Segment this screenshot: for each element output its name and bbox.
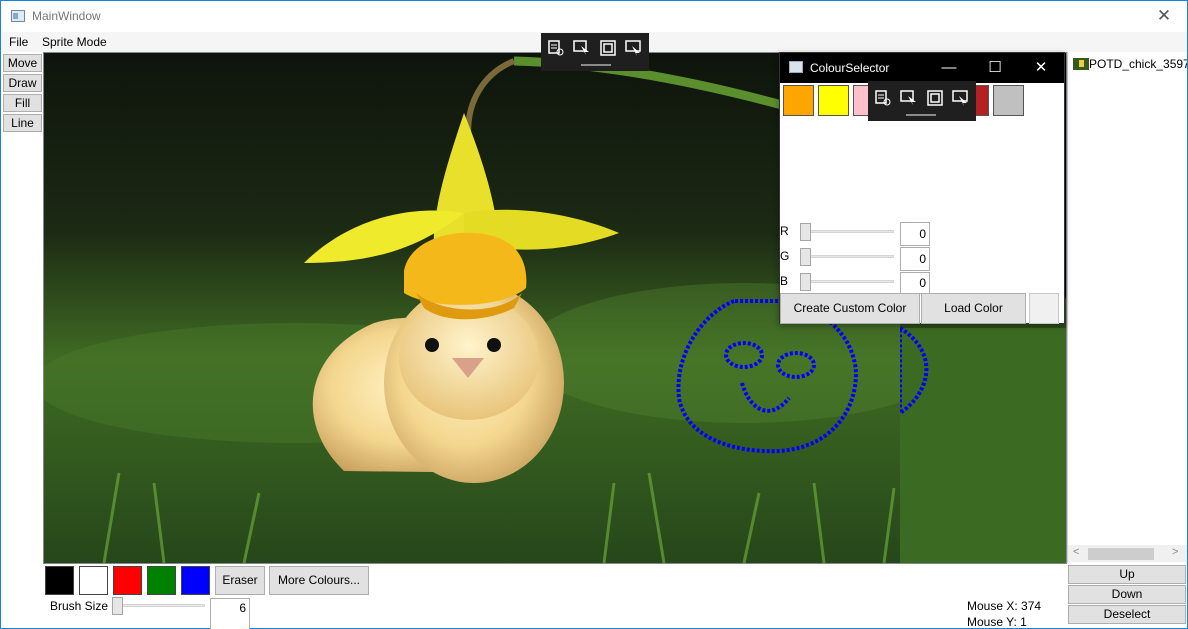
- brush-size-value[interactable]: 6: [210, 598, 250, 629]
- live-visual-tree-icon[interactable]: [874, 90, 892, 106]
- colour-selector-title: ColourSelector: [810, 61, 890, 75]
- menu-file[interactable]: File: [9, 35, 28, 49]
- colour-selector-window: ColourSelector — ☐ ✕ R 0 G 0 B 0 Create …: [779, 52, 1065, 324]
- sprite-list-panel: POTD_chick_3597497k < >: [1067, 52, 1187, 563]
- close-icon[interactable]: ✕: [1018, 53, 1064, 83]
- debug-overlay-toolbar: [868, 81, 976, 121]
- track-focus-icon[interactable]: [625, 40, 643, 56]
- blue-value[interactable]: 0: [900, 272, 930, 294]
- red-slider-track[interactable]: [802, 230, 894, 233]
- green-value[interactable]: 0: [900, 247, 930, 271]
- display-layout-adorners-icon[interactable]: [926, 90, 944, 106]
- colour-selector-title-bar[interactable]: ColourSelector — ☐ ✕: [780, 53, 1064, 83]
- minimize-icon[interactable]: —: [926, 53, 972, 83]
- display-layout-adorners-icon[interactable]: [599, 40, 617, 56]
- list-item[interactable]: POTD_chick_3597497k: [1073, 57, 1187, 73]
- load-color-button[interactable]: Load Color: [921, 293, 1026, 324]
- brush-size-track[interactable]: [113, 604, 205, 607]
- color-preview: [1029, 293, 1059, 324]
- toolbar-grip[interactable]: [581, 64, 611, 66]
- select-element-icon[interactable]: [573, 40, 591, 56]
- red-slider[interactable]: [800, 223, 811, 241]
- down-button[interactable]: Down: [1068, 585, 1186, 604]
- live-visual-tree-icon[interactable]: [547, 40, 565, 56]
- tool-panel: Move Draw Fill Line: [3, 54, 43, 134]
- red-value[interactable]: 0: [900, 222, 930, 246]
- list-item-label: POTD_chick_3597497k: [1089, 57, 1187, 71]
- swatch-green[interactable]: [147, 566, 176, 595]
- scroll-left-arrow-icon[interactable]: <: [1073, 546, 1079, 558]
- deselect-button[interactable]: Deselect: [1068, 605, 1186, 624]
- main-window: MainWindow ✕ File Sprite Mode Move Draw …: [0, 0, 1188, 629]
- mouse-y-readout: Mouse Y: 1: [967, 615, 1027, 629]
- mouse-x-readout: Mouse X: 374: [967, 599, 1042, 613]
- blue-slider[interactable]: [800, 273, 811, 291]
- debug-overlay-toolbar: [541, 33, 649, 71]
- scrollbar-thumb[interactable]: [1088, 548, 1154, 560]
- window-icon: [11, 10, 25, 22]
- brush-size-label: Brush Size: [50, 599, 109, 613]
- up-button[interactable]: Up: [1068, 565, 1186, 584]
- green-slider-track[interactable]: [802, 255, 894, 258]
- swatch-silver[interactable]: [993, 85, 1024, 116]
- move-tool-button[interactable]: Move: [3, 54, 42, 72]
- brush-size-slider[interactable]: [112, 597, 123, 615]
- swatch-white[interactable]: [79, 566, 108, 595]
- blue-slider-track[interactable]: [802, 280, 894, 283]
- swatch-black[interactable]: [45, 566, 74, 595]
- maximize-icon[interactable]: ☐: [972, 53, 1018, 83]
- horizontal-scrollbar[interactable]: < >: [1068, 545, 1187, 562]
- swatch-yellow[interactable]: [818, 85, 849, 116]
- swatch-red[interactable]: [113, 566, 142, 595]
- create-custom-color-button[interactable]: Create Custom Color: [780, 293, 920, 324]
- more-colours-button[interactable]: More Colours...: [269, 566, 369, 595]
- close-button[interactable]: ✕: [1141, 1, 1187, 31]
- menu-sprite-mode[interactable]: Sprite Mode: [42, 35, 107, 49]
- track-focus-icon[interactable]: [952, 90, 970, 106]
- title-bar: MainWindow ✕: [1, 1, 1187, 32]
- draw-tool-button[interactable]: Draw: [3, 74, 42, 92]
- fill-tool-button[interactable]: Fill: [3, 94, 42, 112]
- eraser-button[interactable]: Eraser: [215, 566, 265, 595]
- toolbar-grip[interactable]: [906, 114, 936, 116]
- window-icon: [789, 61, 803, 73]
- image-icon: [1073, 58, 1089, 70]
- window-title: MainWindow: [32, 9, 101, 23]
- green-slider[interactable]: [800, 248, 811, 266]
- line-tool-button[interactable]: Line: [3, 114, 42, 132]
- green-channel-label: G: [780, 249, 790, 263]
- swatch-blue[interactable]: [181, 566, 210, 595]
- red-channel-label: R: [780, 224, 789, 238]
- swatch-orange[interactable]: [783, 85, 814, 116]
- scroll-right-arrow-icon[interactable]: >: [1172, 546, 1178, 558]
- blue-channel-label: B: [780, 274, 789, 288]
- select-element-icon[interactable]: [900, 90, 918, 106]
